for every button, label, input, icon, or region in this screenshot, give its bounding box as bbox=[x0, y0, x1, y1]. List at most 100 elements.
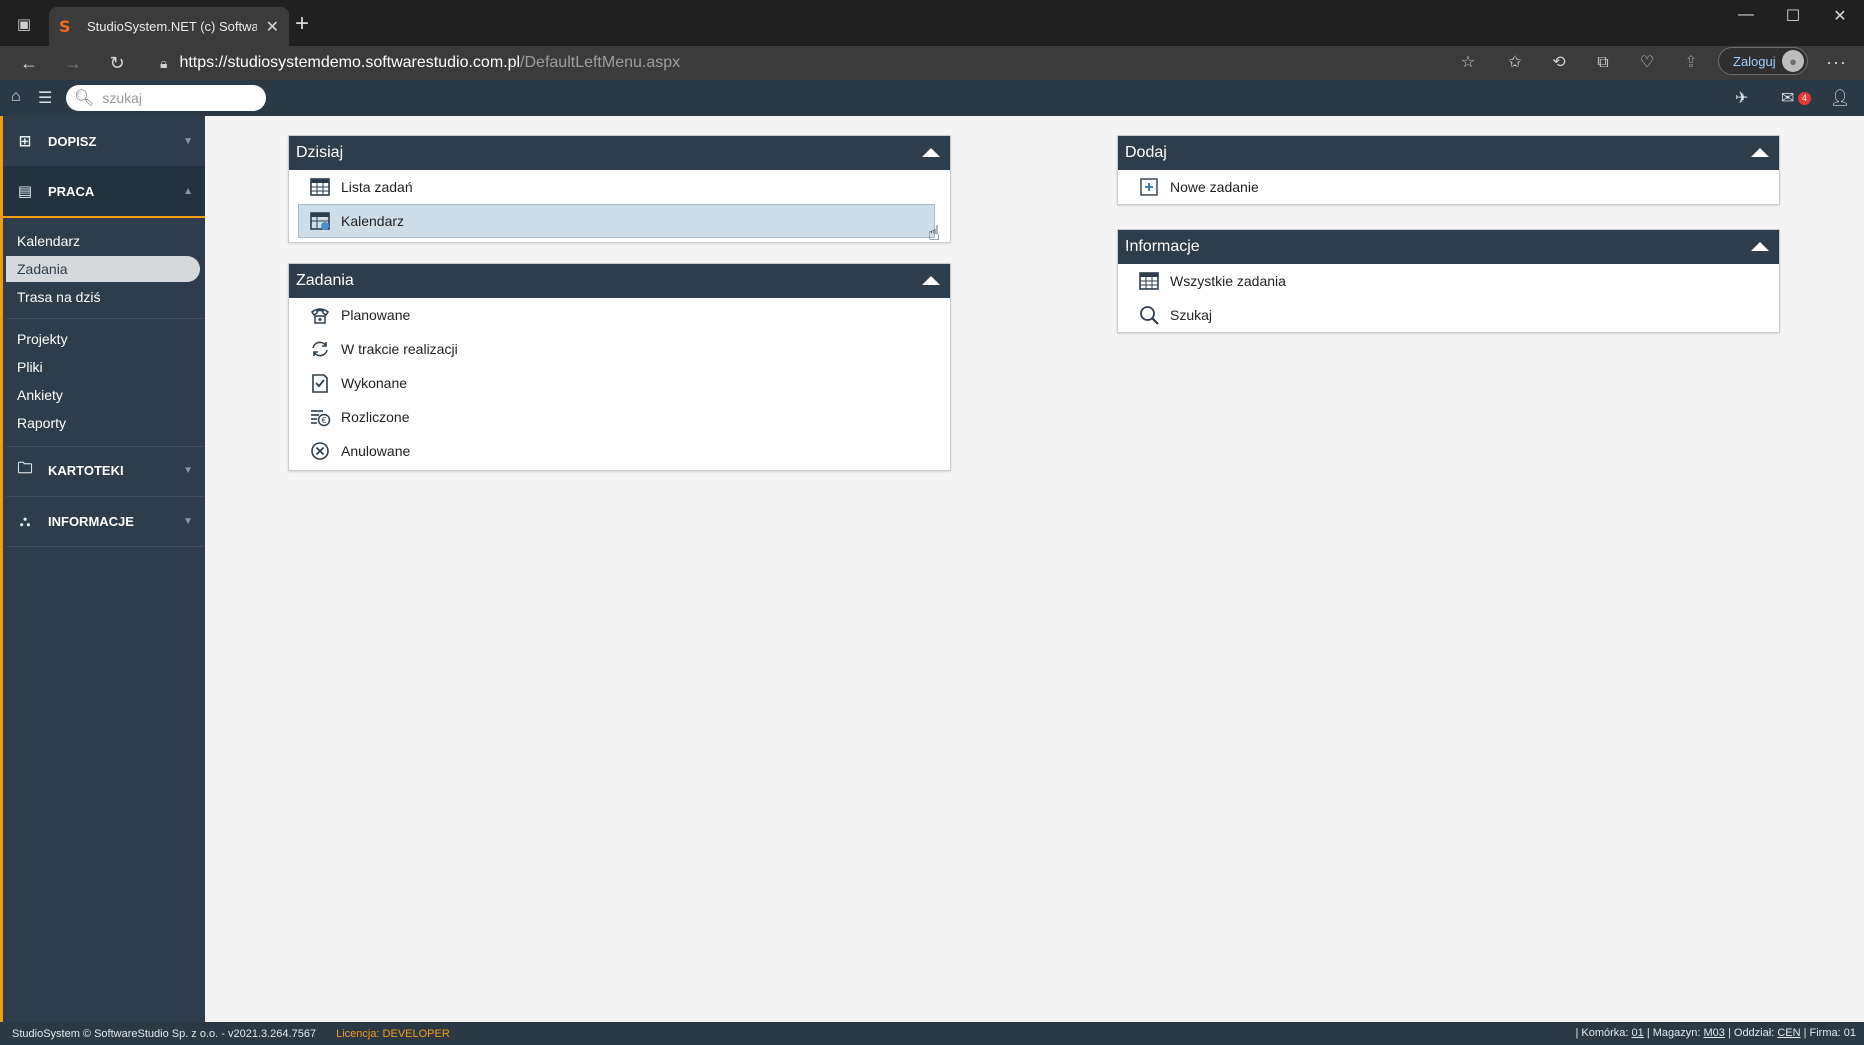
sidebar-item-kalendarz[interactable]: Kalendarz bbox=[6, 228, 200, 254]
address-bar: ← → ↻ 🔒︎ https://studiosystemdemo.softwa… bbox=[0, 46, 1864, 80]
close-tab-icon[interactable]: ✕ bbox=[266, 17, 279, 37]
task-list-icon bbox=[1138, 270, 1160, 292]
mouse-cursor-icon: ☝︎ bbox=[928, 223, 941, 245]
search-icon: 🔍︎ bbox=[74, 90, 95, 107]
panel-title: Dodaj bbox=[1125, 144, 1167, 161]
chevron-down-icon: ▼ bbox=[183, 464, 193, 476]
mail-icon[interactable]: ✉ bbox=[1781, 88, 1794, 108]
panel-item-anulowane[interactable]: Anulowane bbox=[289, 434, 950, 468]
add-favorite-icon[interactable]: ☆ bbox=[1457, 52, 1479, 74]
status-licence: Licencja: DEVELOPER bbox=[336, 1027, 450, 1040]
panel-dzisiaj: Dzisiaj Lista zadań Kalendarz bbox=[288, 135, 951, 243]
oddzial-value[interactable]: CEN bbox=[1777, 1027, 1800, 1039]
back-icon[interactable]: ← bbox=[16, 52, 42, 74]
magazyn-value[interactable]: M03 bbox=[1704, 1027, 1725, 1039]
panel-header: Informacje bbox=[1118, 230, 1779, 264]
share-icon[interactable]: ⇪ bbox=[1680, 52, 1702, 74]
history-icon[interactable]: ⟲ bbox=[1548, 52, 1570, 74]
url-host: https://studiosystemdemo.softwarestudio.… bbox=[179, 54, 521, 71]
browser-tab-bar: ▣ S StudioSystem.NET (c) SoftwareSt ✕ + … bbox=[0, 0, 1864, 46]
browser-tab[interactable]: S StudioSystem.NET (c) SoftwareSt ✕ bbox=[49, 7, 289, 46]
chevron-down-icon: ▼ bbox=[183, 515, 193, 527]
panel-item-szukaj[interactable]: Szukaj bbox=[1118, 298, 1779, 332]
collapse-arrow-icon[interactable] bbox=[922, 148, 940, 157]
sidebar: ⊞ DOPISZ ▼ ▤ PRACA ▲ Kalendarz Zadania T… bbox=[0, 116, 205, 1022]
section-label: INFORMACJE bbox=[48, 513, 134, 529]
section-label: PRACA bbox=[48, 183, 95, 199]
add-task-icon bbox=[1138, 176, 1160, 198]
sidebar-section-informacje[interactable]: ⛬ INFORMACJE ▼ bbox=[3, 496, 205, 546]
status-context: | Komórka: 01 | Magazyn: M03 | Oddział: … bbox=[1575, 1027, 1856, 1039]
item-label: W trakcie realizacji bbox=[341, 341, 458, 357]
panel-header: Zadania bbox=[289, 264, 950, 298]
sidebar-divider bbox=[6, 546, 205, 547]
browser-essentials-icon[interactable]: ♡ bbox=[1636, 52, 1658, 74]
minimize-icon[interactable]: — bbox=[1724, 6, 1768, 24]
tab-actions-icon[interactable]: ▣ bbox=[14, 14, 34, 34]
more-options-icon[interactable]: ··· bbox=[1826, 52, 1847, 73]
plane-icon[interactable]: ✈ bbox=[1735, 88, 1748, 108]
sidebar-item-pliki[interactable]: Pliki bbox=[6, 354, 200, 380]
user-icon[interactable]: 👤︎ bbox=[1830, 88, 1850, 108]
collapse-arrow-icon[interactable] bbox=[1751, 148, 1769, 157]
firma-value: 01 bbox=[1843, 1027, 1856, 1039]
item-label: Rozliczone bbox=[341, 409, 410, 425]
home-icon[interactable]: ⌂ bbox=[11, 88, 21, 106]
panel-item-planowane[interactable]: Planowane bbox=[289, 298, 950, 332]
checked-document-icon bbox=[309, 372, 331, 394]
login-label: Zaloguj bbox=[1733, 53, 1776, 69]
sidebar-item-zadania[interactable]: Zadania bbox=[6, 256, 200, 282]
collapse-arrow-icon[interactable] bbox=[922, 276, 940, 285]
panel-item-w-trakcie-realizacji[interactable]: W trakcie realizacji bbox=[289, 332, 950, 366]
url-field[interactable]: 🔒︎ https://studiosystemdemo.softwarestud… bbox=[160, 46, 680, 80]
panel-item-rozliczone[interactable]: € Rozliczone bbox=[289, 400, 950, 434]
login-button[interactable]: Zaloguj ● bbox=[1718, 47, 1808, 75]
item-label: Nowe zadanie bbox=[1170, 179, 1259, 195]
favorites-icon[interactable]: ✩ bbox=[1504, 52, 1526, 74]
magazyn-label: | Magazyn: bbox=[1646, 1027, 1701, 1039]
maximize-icon[interactable]: ☐ bbox=[1771, 6, 1815, 26]
close-window-icon[interactable]: ✕ bbox=[1818, 6, 1862, 26]
komorka-value[interactable]: 01 bbox=[1632, 1027, 1644, 1039]
sidebar-divider bbox=[6, 318, 205, 319]
collections-icon[interactable]: ⧉ bbox=[1592, 52, 1614, 74]
collapse-arrow-icon[interactable] bbox=[1751, 242, 1769, 251]
search-input[interactable] bbox=[102, 90, 253, 106]
panel-item-lista-zadan[interactable]: Lista zadań bbox=[289, 170, 950, 204]
studiosystem-favicon-icon: S bbox=[59, 16, 71, 36]
url-path: /DefaultLeftMenu.aspx bbox=[520, 54, 681, 71]
item-label: Lista zadań bbox=[341, 179, 413, 195]
sidebar-item-projekty[interactable]: Projekty bbox=[6, 326, 200, 352]
panel-informacje: Informacje Wszystkie zadania Szukaj bbox=[1117, 229, 1780, 333]
panel-item-wykonane[interactable]: Wykonane bbox=[289, 366, 950, 400]
panel-header: Dzisiaj bbox=[289, 136, 950, 170]
panel-zadania: Zadania Planowane W trakcie realizacji W… bbox=[288, 263, 951, 471]
forward-icon[interactable]: → bbox=[60, 52, 86, 74]
phone-icon bbox=[309, 304, 331, 326]
panel-title: Zadania bbox=[296, 272, 354, 289]
chevron-down-icon: ▼ bbox=[183, 135, 193, 147]
sidebar-section-dopisz[interactable]: ⊞ DOPISZ ▼ bbox=[3, 116, 205, 166]
sidebar-item-raporty[interactable]: Raporty bbox=[6, 410, 200, 436]
folder-icon: 🗀 bbox=[17, 459, 33, 477]
calendar-icon bbox=[309, 210, 331, 232]
settled-icon: € bbox=[309, 406, 331, 428]
section-label: DOPISZ bbox=[48, 133, 97, 149]
sidebar-section-kartoteki[interactable]: 🗀 KARTOTEKI ▼ bbox=[3, 445, 205, 495]
panel-item-nowe-zadanie[interactable]: Nowe zadanie bbox=[1118, 170, 1779, 204]
reload-icon[interactable]: ↻ bbox=[104, 52, 130, 74]
sidebar-item-ankiety[interactable]: Ankiety bbox=[6, 382, 200, 408]
sidebar-section-praca[interactable]: ▤ PRACA ▲ bbox=[3, 166, 205, 218]
panel-item-wszystkie-zadania[interactable]: Wszystkie zadania bbox=[1118, 264, 1779, 298]
komorka-label: | Komórka: bbox=[1575, 1027, 1629, 1039]
new-tab-icon[interactable]: + bbox=[295, 11, 309, 37]
firma-label: | Firma: bbox=[1803, 1027, 1841, 1039]
menu-toggle-icon[interactable]: ☰ bbox=[38, 88, 52, 108]
svg-text:€: € bbox=[321, 416, 326, 425]
item-label: Planowane bbox=[341, 307, 411, 323]
sidebar-item-trasa-na-dzis[interactable]: Trasa na dziś bbox=[6, 284, 200, 310]
panel-item-kalendarz[interactable]: Kalendarz bbox=[298, 204, 935, 238]
status-bar: StudioSystem © SoftwareStudio Sp. z o.o.… bbox=[0, 1022, 1864, 1045]
chevron-up-icon: ▲ bbox=[183, 185, 193, 197]
item-label: Wszystkie zadania bbox=[1170, 273, 1286, 289]
